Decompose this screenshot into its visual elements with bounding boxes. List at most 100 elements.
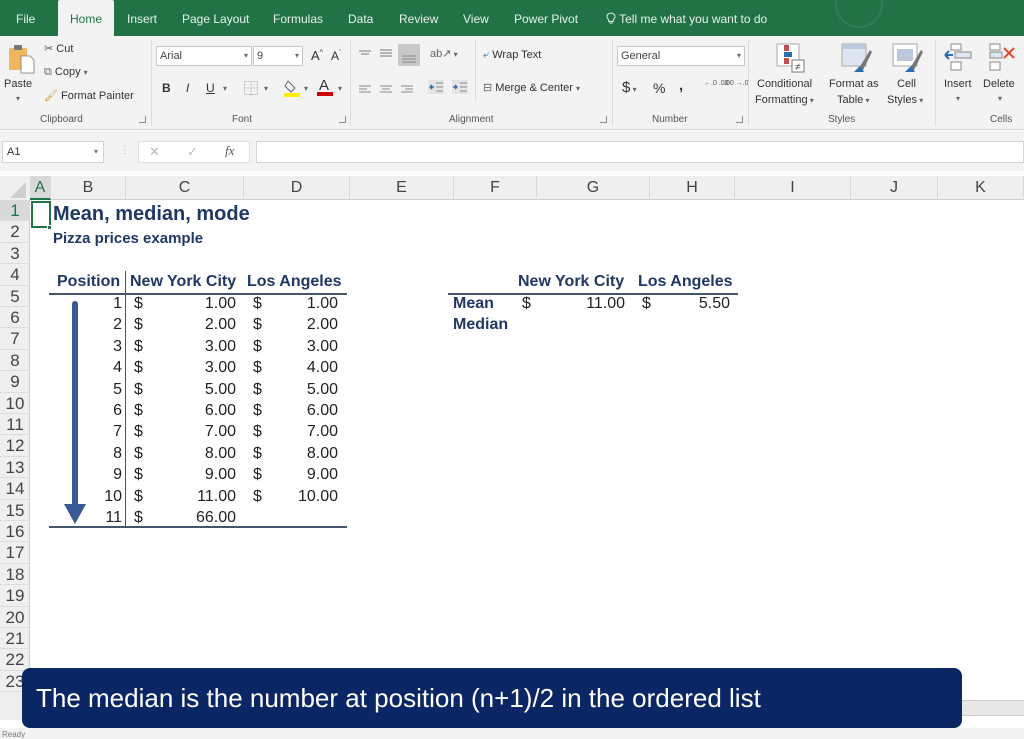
column-header-b[interactable]: B [51, 176, 126, 200]
align-left-icon[interactable] [358, 82, 372, 100]
column-header-i[interactable]: I [735, 176, 851, 200]
group-separator [748, 40, 749, 126]
align-middle-icon[interactable] [379, 46, 393, 64]
wrap-text-button[interactable]: ⤶ Wrap Text [483, 49, 541, 62]
underline-dropdown-caret[interactable]: ▾ [223, 84, 227, 93]
tab-home[interactable]: Home [58, 0, 114, 36]
column-header-d[interactable]: D [244, 176, 350, 200]
enter-icon[interactable]: ✓ [187, 144, 198, 160]
row-header-12[interactable]: 12 [0, 435, 30, 457]
font-name-select[interactable]: Arial ▾ [156, 46, 252, 66]
status-bar: Ready [0, 728, 1024, 739]
row-header-18[interactable]: 18 [0, 564, 30, 586]
align-center-icon[interactable] [379, 82, 393, 100]
tab-data[interactable]: Data [348, 0, 373, 36]
row-header-5[interactable]: 5 [0, 286, 30, 307]
borders-icon[interactable] [244, 81, 258, 100]
row-header-20[interactable]: 20 [0, 607, 30, 628]
conditional-formatting-label-1: Conditional [757, 78, 813, 90]
horizontal-scrollbar[interactable] [962, 700, 1024, 716]
formula-input[interactable] [256, 141, 1024, 163]
column-header-a[interactable]: A [30, 176, 51, 200]
comma-style-button[interactable]: , [679, 77, 683, 94]
row-header-4[interactable]: 4 [0, 264, 30, 286]
select-all-button[interactable] [0, 176, 30, 200]
fill-handle[interactable] [47, 225, 52, 230]
borders-dropdown-caret[interactable]: ▾ [264, 84, 268, 93]
tab-formulas[interactable]: Formulas [273, 0, 323, 36]
tab-insert[interactable]: Insert [127, 0, 157, 36]
sheet-title: Mean, median, mode [53, 203, 250, 225]
row-header-19[interactable]: 19 [0, 585, 30, 607]
number-format-select[interactable]: General ▾ [617, 46, 745, 66]
name-box[interactable]: A1 ▾ [2, 141, 104, 163]
column-header-e[interactable]: E [350, 176, 454, 200]
row-header-8[interactable]: 8 [0, 350, 30, 372]
row-header-7[interactable]: 7 [0, 328, 30, 350]
decrease-indent-icon[interactable] [428, 80, 444, 99]
alignment-dialog-launcher[interactable] [600, 116, 607, 123]
cut-label: Cut [56, 43, 74, 55]
accounting-format-button[interactable]: $ ▾ [622, 79, 637, 96]
row-header-10[interactable]: 10 [0, 393, 30, 414]
font-color-dropdown-caret[interactable]: ▾ [338, 84, 342, 93]
column-header-f[interactable]: F [454, 176, 537, 200]
row-header-16[interactable]: 16 [0, 521, 30, 543]
grow-font-button[interactable]: A^ [311, 48, 323, 63]
cut-button[interactable]: ✂ Cut [44, 42, 73, 55]
row-header-6[interactable]: 6 [0, 307, 30, 329]
paste-label: Paste [4, 78, 33, 90]
align-right-icon[interactable] [400, 82, 414, 100]
row-header-22[interactable]: 22 [0, 649, 30, 671]
column-header-g[interactable]: G [537, 176, 650, 200]
column-header-j[interactable]: J [851, 176, 938, 200]
copy-button[interactable]: ⧉ Copy ▾ [44, 66, 88, 79]
insert-function-icon[interactable]: fx [225, 143, 234, 159]
cancel-icon[interactable]: ✕ [149, 144, 160, 160]
percent-style-button[interactable]: % [653, 80, 665, 96]
tab-review[interactable]: Review [399, 0, 438, 36]
format-painter-button[interactable]: 🖌 Format Painter [44, 89, 134, 102]
row-header-9[interactable]: 9 [0, 371, 30, 393]
column-header-c[interactable]: C [126, 176, 244, 200]
font-size-select[interactable]: 9 ▾ [253, 46, 303, 66]
font-dialog-launcher[interactable] [339, 116, 346, 123]
fill-color-dropdown-caret[interactable]: ▾ [304, 84, 308, 93]
shrink-font-button[interactable]: Aˇ [331, 49, 341, 63]
chevron-down-icon: ▾ [294, 51, 299, 60]
nyc-currency-symbol: $ [134, 423, 143, 441]
fill-color-icon[interactable] [284, 79, 300, 102]
chevron-down-icon: ▾ [243, 51, 248, 60]
la-currency-symbol: $ [253, 337, 262, 355]
decrease-decimal-button[interactable]: .00 →.0 [724, 80, 749, 88]
orientation-button[interactable]: ab↗ ▾ [430, 47, 458, 60]
align-bottom-icon[interactable] [398, 44, 420, 66]
clipboard-dialog-launcher[interactable] [139, 116, 146, 123]
bold-button[interactable]: B [162, 81, 171, 95]
row-header-17[interactable]: 17 [0, 542, 30, 564]
increase-decimal-button[interactable]: ←.0 .00 [704, 80, 729, 88]
row-header-15[interactable]: 15 [0, 500, 30, 521]
column-header-k[interactable]: K [938, 176, 1024, 200]
row-header-3[interactable]: 3 [0, 243, 30, 265]
row-header-13[interactable]: 13 [0, 457, 30, 479]
active-cell-a1[interactable] [31, 201, 51, 228]
tab-view[interactable]: View [463, 0, 489, 36]
italic-button[interactable]: I [186, 81, 189, 95]
align-top-icon[interactable] [358, 46, 372, 64]
row-header-21[interactable]: 21 [0, 628, 30, 650]
column-header-h[interactable]: H [650, 176, 735, 200]
number-dialog-launcher[interactable] [736, 116, 743, 123]
tab-file[interactable]: File [16, 0, 35, 36]
row-header-1[interactable]: 1 [0, 200, 30, 222]
tab-page-layout[interactable]: Page Layout [182, 0, 249, 36]
tab-power-pivot[interactable]: Power Pivot [514, 0, 578, 36]
font-color-button[interactable]: A [317, 77, 333, 101]
underline-button[interactable]: U [206, 81, 215, 95]
row-header-14[interactable]: 14 [0, 478, 30, 500]
merge-center-button[interactable]: ⊟ Merge & Center ▾ [483, 81, 580, 94]
tell-me-box[interactable]: Tell me what you want to do [606, 0, 767, 36]
row-header-2[interactable]: 2 [0, 221, 30, 243]
row-header-11[interactable]: 11 [0, 414, 30, 436]
increase-indent-icon[interactable] [452, 80, 468, 99]
